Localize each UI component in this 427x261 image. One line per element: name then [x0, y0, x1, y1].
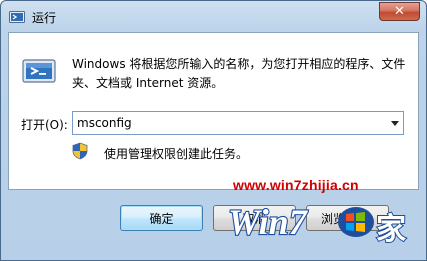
dialog-content: Windows 将根据您所输入的名称，为您打开相应的程序、文件夹、文档或 Int…	[8, 32, 419, 190]
run-app-icon	[9, 10, 25, 24]
uac-shield-icon	[72, 142, 88, 160]
open-label: 打开(O):	[21, 118, 68, 132]
watermark-url: www.win7zhijia.cn	[233, 177, 359, 193]
win7-logo-watermark: Win7 家	[226, 196, 411, 248]
title-bar[interactable]: 运行 ✕	[1, 1, 426, 33]
open-input-value[interactable]: msconfig	[77, 116, 132, 130]
logo-suffix: 家	[376, 212, 406, 247]
svg-text:Win7: Win7	[228, 202, 309, 242]
open-combobox[interactable]: msconfig	[72, 111, 404, 135]
ok-button[interactable]: 确定	[120, 205, 203, 231]
run-icon	[22, 57, 56, 87]
dialog-description: Windows 将根据您所输入的名称，为您打开相应的程序、文件夹、文档或 Int…	[72, 57, 406, 90]
close-button[interactable]: ✕	[379, 2, 420, 21]
window-title: 运行	[32, 11, 57, 25]
ok-button-label: 确定	[149, 211, 174, 226]
admin-privilege-note: 使用管理权限创建此任务。	[104, 147, 249, 161]
run-dialog: 运行 ✕ Windows 将根据您所输入的名称，为您打开相应的程序、文件夹、文档…	[0, 0, 427, 261]
dropdown-arrow-icon[interactable]	[391, 121, 399, 126]
close-icon: ✕	[394, 4, 405, 19]
